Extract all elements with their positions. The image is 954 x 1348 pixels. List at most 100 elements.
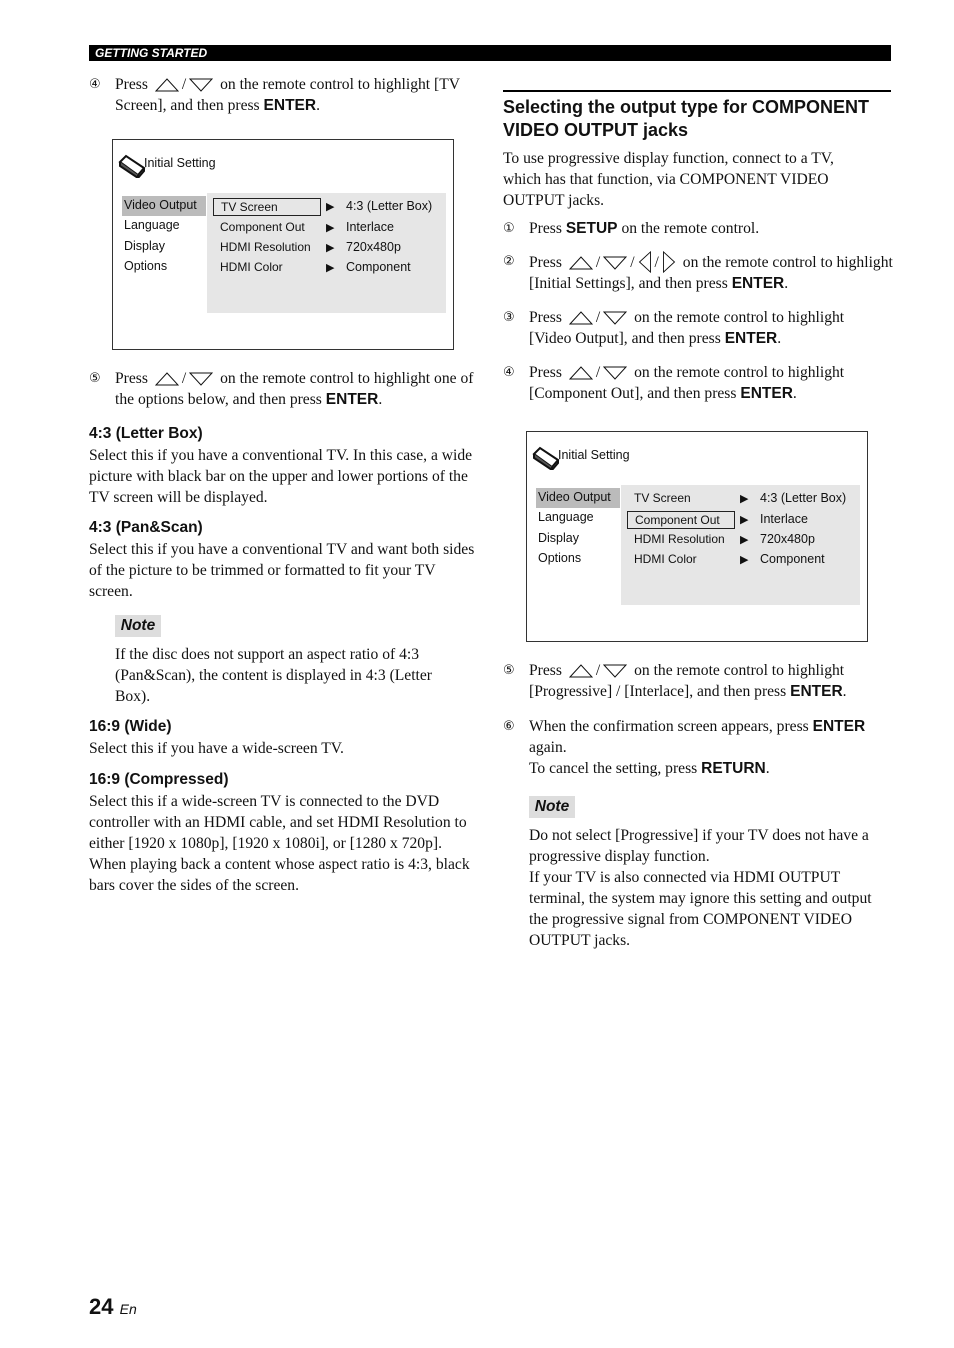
step-number: ② bbox=[503, 254, 515, 269]
punct: . bbox=[842, 683, 847, 700]
step-4-right: ④ Press / on the remote control to highl… bbox=[503, 362, 883, 404]
key-label: ENTER bbox=[740, 385, 793, 402]
step-4-left: ④ Press / on the remote control to highl… bbox=[89, 74, 469, 116]
cancel-text: To cancel the setting, press bbox=[529, 760, 698, 777]
up-arrow-icon bbox=[569, 256, 593, 270]
step-text: again. bbox=[529, 739, 567, 756]
up-arrow-icon bbox=[569, 366, 593, 380]
punct: . bbox=[378, 391, 383, 408]
setting-value: 4:3 (Letter Box) bbox=[760, 491, 847, 505]
setting-key: HDMI Resolution bbox=[634, 532, 725, 546]
down-arrow-icon bbox=[603, 664, 627, 678]
settings-panel: TV Screen ▶ 4:3 (Letter Box) Component Out… bbox=[621, 485, 860, 605]
step-text: Press bbox=[529, 309, 562, 326]
slash: / bbox=[654, 254, 659, 271]
slash: / bbox=[595, 662, 601, 679]
settings-icon bbox=[532, 446, 560, 470]
key-label: ENTER bbox=[790, 683, 843, 700]
step-text: Press bbox=[529, 220, 562, 237]
slash: / bbox=[181, 76, 187, 93]
setting-value: Interlace bbox=[346, 220, 394, 234]
menu-item-options: Options bbox=[124, 258, 168, 273]
step-6: ⑥ When the confirmation screen appears, … bbox=[503, 716, 895, 779]
divider bbox=[503, 90, 891, 92]
setting-row: HDMI Color ▶ Component bbox=[207, 258, 446, 278]
setting-value: 720x480p bbox=[346, 240, 401, 254]
note-text: If the disc does not support an aspect r… bbox=[115, 646, 432, 705]
slash: / bbox=[595, 309, 601, 326]
step-number: ④ bbox=[503, 365, 515, 380]
intro-text: To use progressive display function, con… bbox=[503, 150, 834, 209]
down-arrow-icon bbox=[603, 256, 627, 270]
arrow-icon: ▶ bbox=[740, 554, 749, 566]
slash: / bbox=[595, 254, 601, 271]
menu-item-display: Display bbox=[124, 238, 165, 253]
option-text: Select this if you have a wide-screen TV… bbox=[89, 740, 344, 757]
menu-item-video-output: Video Output bbox=[122, 196, 206, 217]
section-heading: Selecting the output type for COMPONENT … bbox=[503, 97, 870, 140]
option-heading: 4:3 (Pan&Scan) bbox=[89, 519, 203, 536]
step-text: Press bbox=[529, 364, 562, 381]
step-number: ① bbox=[503, 221, 515, 236]
setting-row: HDMI Resolution ▶ 720x480p bbox=[207, 238, 446, 258]
left-arrow-icon bbox=[638, 251, 652, 273]
arrow-icon: ▶ bbox=[326, 262, 335, 274]
settings-menu: Video Output Language Display Options bbox=[122, 196, 206, 277]
step-number: ⑥ bbox=[503, 719, 515, 734]
step-text: Press bbox=[115, 76, 148, 93]
setting-key: Component Out bbox=[220, 220, 305, 234]
page-number: 24 En bbox=[89, 1294, 137, 1320]
key-label: ENTER bbox=[731, 275, 785, 292]
setting-key: HDMI Resolution bbox=[220, 240, 311, 254]
arrow-icon: ▶ bbox=[740, 514, 749, 526]
option-text: Select this if a wide-screen TV is conne… bbox=[89, 793, 470, 894]
punct: . bbox=[784, 275, 789, 292]
setting-value: Component bbox=[760, 552, 825, 566]
setting-row: HDMI Color ▶ Component bbox=[621, 550, 860, 570]
option-text: Select this if you have a conventional T… bbox=[89, 541, 475, 600]
setting-row: HDMI Resolution ▶ 720x480p bbox=[621, 530, 860, 550]
step-1: ① Press SETUP on the remote control. bbox=[503, 218, 893, 239]
key-label: ENTER bbox=[724, 330, 778, 347]
setting-value: 4:3 (Letter Box) bbox=[346, 199, 433, 213]
up-arrow-icon bbox=[569, 311, 593, 325]
menu-item-language: Language bbox=[538, 510, 594, 525]
down-arrow-icon bbox=[189, 78, 213, 92]
setting-row: Component Out ▶ Interlace bbox=[621, 510, 860, 530]
option-heading: 16:9 (Compressed) bbox=[89, 771, 229, 788]
key-label: ENTER bbox=[812, 718, 866, 735]
step-text: When the confirmation screen appears, pr… bbox=[529, 718, 809, 735]
slash: / bbox=[630, 254, 635, 271]
setting-key: HDMI Color bbox=[634, 552, 697, 566]
punct: . bbox=[316, 97, 320, 114]
option-text: Select this if you have a conventional T… bbox=[89, 447, 473, 506]
up-arrow-icon bbox=[155, 78, 179, 92]
note-text: Do not select [Progressive] if your TV d… bbox=[529, 825, 893, 951]
arrow-icon: ▶ bbox=[326, 242, 335, 254]
down-arrow-icon bbox=[189, 372, 213, 386]
option-heading: 16:9 (Wide) bbox=[89, 718, 172, 735]
option-heading: 4:3 (Letter Box) bbox=[89, 425, 203, 442]
step-3: ③ Press / on the remote control to highl… bbox=[503, 307, 883, 349]
arrow-icon: ▶ bbox=[740, 493, 749, 505]
menu-item-options: Options bbox=[538, 550, 582, 565]
arrow-icon: ▶ bbox=[740, 534, 749, 546]
note-badge: Note bbox=[529, 796, 575, 818]
setting-value: Interlace bbox=[760, 512, 808, 526]
slash: / bbox=[595, 364, 601, 381]
settings-screen-1: Initial Setting Video Output Language Di… bbox=[112, 139, 454, 350]
step-number: ③ bbox=[503, 310, 515, 325]
screen-title: Initial Setting bbox=[558, 448, 630, 462]
screen-title: Initial Setting bbox=[144, 156, 216, 170]
up-arrow-icon bbox=[569, 664, 593, 678]
setting-value: 720x480p bbox=[760, 532, 815, 546]
step-number: ④ bbox=[89, 77, 101, 92]
key-label: RETURN bbox=[701, 760, 766, 777]
step-number: ⑤ bbox=[503, 663, 515, 678]
key-label: ENTER bbox=[325, 391, 379, 408]
menu-item-display: Display bbox=[538, 530, 579, 545]
up-arrow-icon bbox=[155, 372, 179, 386]
arrow-icon: ▶ bbox=[326, 222, 335, 234]
settings-menu: Video Output Language Display Options bbox=[536, 488, 620, 569]
step-text: on the remote control. bbox=[621, 220, 760, 237]
